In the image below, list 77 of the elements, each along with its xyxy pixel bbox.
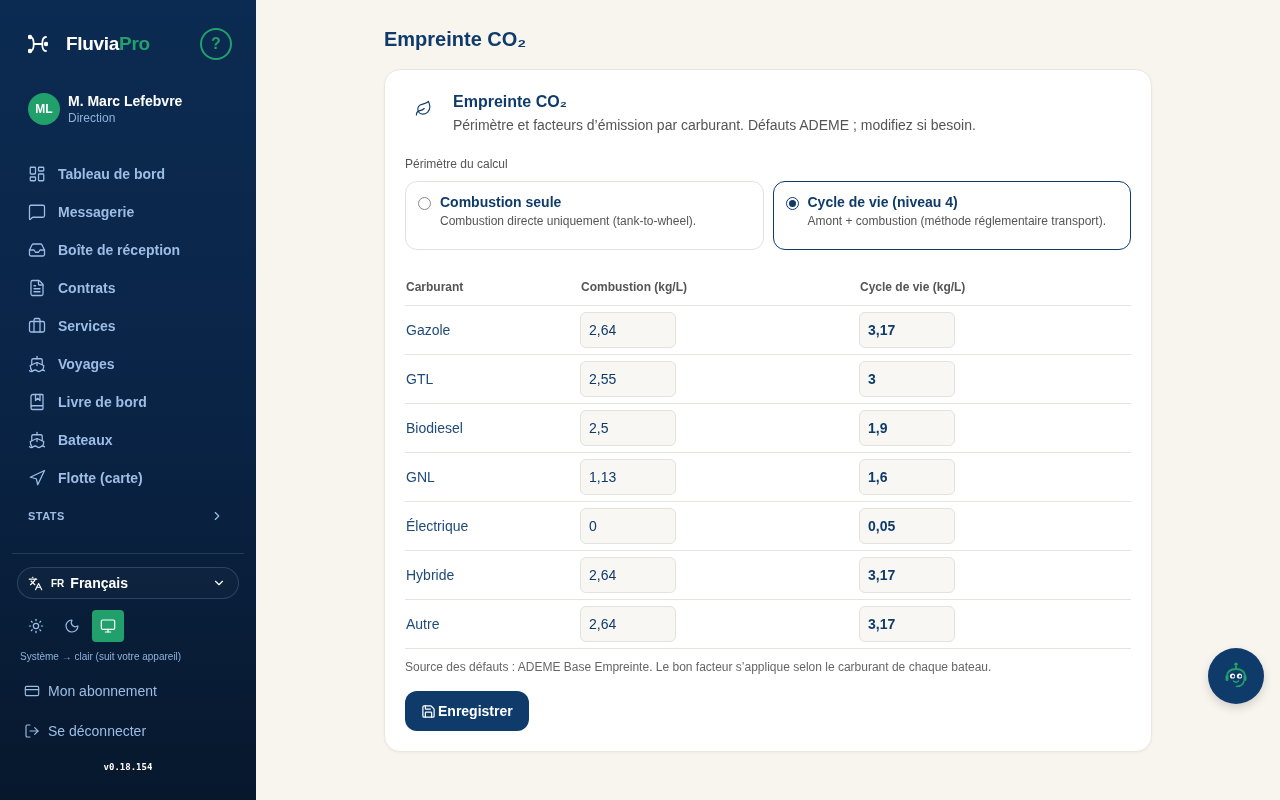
fuel-name: Biodiesel [405,420,464,436]
option-description: Amont + combustion (méthode réglementaire transport). [807,213,1106,229]
field-label: Périmètre du calcul [405,156,509,172]
input-field[interactable]: 1,13 [580,459,676,495]
account-link[interactable]: Mon abonnement [16,673,240,709]
input-field[interactable]: 3,17 [859,312,955,348]
input-field[interactable]: 2,5 [580,410,676,446]
nav-item[interactable]: Tableau de bord [16,155,240,193]
save-icon [421,703,436,719]
card-title: Empreinte CO₂ [453,92,568,112]
input-field[interactable]: 1,9 [859,410,955,446]
logout-icon [24,723,40,739]
ship-icon [28,431,46,449]
robot-icon [1222,662,1250,690]
card-subtitle: Périmètre et facteurs d’émission par carburant. Défauts ADEME ; modifiez si besoin. [453,116,976,134]
input-field[interactable]: 2,55 [580,361,676,397]
chat-bubble-icon [28,203,46,221]
nav-item[interactable]: Flotte (carte) [16,459,240,497]
theme-caption: Système → clair (suit votre appareil) [19,651,183,663]
fuel-name: Hybride [405,567,456,583]
theme-button[interactable] [92,610,124,642]
input-field[interactable]: 2,64 [580,312,676,348]
nav-item[interactable]: Bateaux [16,421,240,459]
nav-item[interactable]: Contrats [16,269,240,307]
save-button[interactable]: Enregistrer [405,691,529,731]
page-title: Empreinte CO₂ [384,27,528,51]
option-title: Cycle de vie (niveau 4) [807,193,959,211]
nav-item[interactable]: Services [16,307,240,345]
document-icon [28,279,46,297]
radio-option[interactable]: Cycle de vie (niveau 4) Amont + combustion (méthode réglementaire transport). [772,181,1131,250]
fuel-name: GNL [405,469,436,485]
nav-item[interactable]: Boîte de réception [16,231,240,269]
fuel-name: Autre [405,616,441,632]
credit-card-icon [24,683,40,699]
option-description: Combustion directe uniquement (tank-to-wheel). [440,213,697,229]
input-field[interactable]: 2,64 [580,606,676,642]
input-field[interactable]: 2,64 [580,557,676,593]
leaf-icon [414,100,432,117]
nav-item[interactable]: Messagerie [16,193,240,231]
option-title: Combustion seule [440,193,563,211]
section-toggle[interactable]: STATS [16,497,240,535]
moon-icon [64,618,80,634]
fuel-name: Électrique [405,518,470,534]
input-field[interactable]: 1,6 [859,459,955,495]
user-name: M. Marc Lefebvre [68,93,183,109]
input-field[interactable]: 0 [580,508,676,544]
user-avatar: ML [28,93,60,125]
source-note: Source des défauts : ADEME Base Empreinte. Le bon facteur s’applique selon le carburant de chaque bateau. [405,659,993,675]
brand-name: FluviaPro [66,33,150,55]
radio-option[interactable]: Combustion seule Combustion directe uniquement (tank-to-wheel). [405,181,764,250]
column-header: Cycle de vie (kg/L) [859,280,967,294]
briefcase-icon [28,317,46,335]
nav-item[interactable]: Voyages [16,345,240,383]
input-field[interactable]: 3,17 [859,557,955,593]
sun-icon [28,618,44,634]
column-header: Combustion (kg/L) [580,280,688,294]
fuel-name: Gazole [405,322,452,338]
logo-icon [28,34,48,54]
help-button[interactable]: ? [200,28,232,60]
dashboard-icon [28,165,46,183]
account-link[interactable]: Se déconnecter [16,713,240,749]
inbox-icon [28,241,46,259]
column-header: Carburant [405,280,465,294]
chat-assistant-button[interactable] [1208,648,1264,704]
version-label: v0.18.154 [103,761,153,773]
ship-icon [28,355,46,373]
monitor-icon [100,618,116,634]
translate-icon [28,575,43,591]
book-icon [28,393,46,411]
language-select[interactable]: FR Français [17,567,239,599]
fuel-name: GTL [405,371,435,387]
navigation-arrow-icon [28,469,46,487]
nav-item[interactable]: Livre de bord [16,383,240,421]
user-role: Direction [68,111,117,125]
input-field[interactable]: 3,17 [859,606,955,642]
input-field[interactable]: 0,05 [859,508,955,544]
input-field[interactable]: 3 [859,361,955,397]
